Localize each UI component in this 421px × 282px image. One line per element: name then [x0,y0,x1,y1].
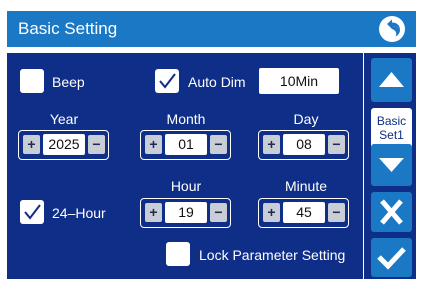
year-value[interactable]: 2025 [43,134,85,155]
hour-stepper: + 19 − [140,198,231,228]
auto-dim-value-field[interactable]: 10Min [259,68,339,94]
minute-stepper: + 45 − [258,198,349,228]
month-value[interactable]: 01 [165,134,207,155]
hour-label: Hour [170,178,202,194]
auto-dim-label: Auto Dim [188,74,246,90]
page-indicator-line2: Set1 [379,128,404,142]
minute-decrement-button[interactable]: − [328,203,345,222]
year-stepper: + 2025 − [18,130,109,160]
day-label: Day [293,111,319,127]
month-increment-button[interactable]: + [145,135,162,154]
page-up-button[interactable] [371,58,412,102]
hour-value[interactable]: 19 [165,202,207,223]
month-stepper: + 01 − [140,130,231,160]
triangle-down-icon [379,158,404,172]
page-down-button[interactable] [371,144,412,186]
header-bar: Basic Setting [7,11,416,47]
confirm-button[interactable] [371,238,412,277]
checkmark-icon [24,204,41,220]
hour24-label: 24–Hour [52,205,106,221]
hour-increment-button[interactable]: + [145,203,162,222]
triangle-up-icon [379,72,404,87]
minute-label: Minute [284,178,328,194]
auto-dim-checkbox[interactable] [155,69,179,93]
settings-panel: Beep Auto Dim 10Min Year Month Day + 202… [7,53,363,279]
day-decrement-button[interactable]: − [328,135,345,154]
page-indicator-line1: Basic [376,114,407,128]
side-navigation: Basic Set1 [364,53,416,279]
checkmark-icon [377,247,406,270]
lock-parameter-label: Lock Parameter Setting [199,247,346,263]
day-stepper: + 08 − [258,130,349,160]
year-decrement-button[interactable]: − [88,135,105,154]
minute-value[interactable]: 45 [283,202,325,223]
minute-increment-button[interactable]: + [263,203,280,222]
day-value[interactable]: 08 [283,134,325,155]
hour-decrement-button[interactable]: − [210,203,227,222]
undo-arrow-icon [387,19,400,37]
lock-parameter-checkbox[interactable] [166,242,190,266]
checkmark-icon [159,73,176,89]
month-label: Month [166,111,206,127]
beep-label: Beep [52,74,85,90]
hour24-checkbox[interactable] [20,200,44,224]
beep-checkbox[interactable] [20,69,44,93]
page-title: Basic Setting [18,19,118,38]
month-decrement-button[interactable]: − [210,135,227,154]
cancel-button[interactable] [371,192,412,232]
back-button[interactable] [379,16,405,42]
year-label: Year [49,111,79,127]
basic-setting-screen: Basic Setting Beep Auto Dim 10Min Year M… [0,0,421,282]
day-increment-button[interactable]: + [263,135,280,154]
year-increment-button[interactable]: + [23,135,40,154]
close-icon [380,199,403,225]
